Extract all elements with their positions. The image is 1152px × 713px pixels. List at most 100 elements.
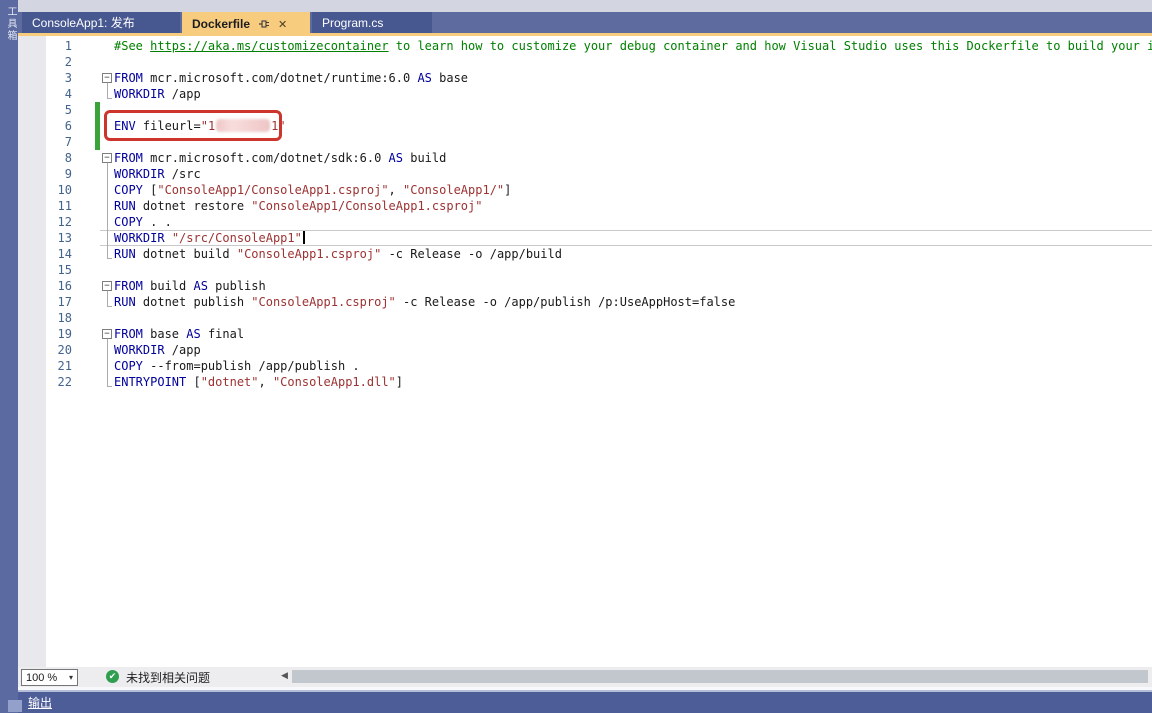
code-segment-s: "ConsoleApp1.csproj" xyxy=(251,295,396,309)
health-status-message: 未找到相关问题 xyxy=(126,669,210,686)
code-segment-p: ] xyxy=(504,183,511,197)
code-segment-p: --from=publish /app/publish . xyxy=(143,359,360,373)
code-segment-p: mcr.microsoft.com/dotnet/runtime:6.0 xyxy=(143,71,418,85)
code-text: RUN dotnet build "ConsoleApp1.csproj" -c… xyxy=(114,246,562,262)
zoom-level-dropdown[interactable]: 100 % ▾ xyxy=(21,669,78,686)
code-line-22[interactable]: 22 ENTRYPOINT ["dotnet", "ConsoleApp1.dll… xyxy=(18,374,1152,390)
code-segment-p: /src xyxy=(165,167,201,181)
code-segment-s: "ConsoleApp1.dll" xyxy=(273,375,396,389)
code-segment-s: "ConsoleApp1/ConsoleApp1.csproj" xyxy=(157,183,388,197)
line-number: 10 xyxy=(46,182,72,198)
code-line-20[interactable]: 20WORKDIR /app xyxy=(18,342,1152,358)
code-segment-p: -c Release -o /app/publish /p:UseAppHost… xyxy=(396,295,736,309)
code-segment-p: dotnet publish xyxy=(136,295,252,309)
code-segment-p: build xyxy=(143,279,194,293)
line-number: 9 xyxy=(46,166,72,182)
line-number: 18 xyxy=(46,310,72,326)
code-editor[interactable]: 1#See https://aka.ms/customizecontainer … xyxy=(18,36,1152,667)
code-line-13[interactable]: 13WORKDIR "/src/ConsoleApp1" xyxy=(18,230,1152,246)
text-caret xyxy=(303,231,305,244)
code-line-11[interactable]: 11RUN dotnet restore "ConsoleApp1/Consol… xyxy=(18,198,1152,214)
scroll-left-arrow-icon[interactable]: ◀ xyxy=(281,670,288,681)
code-segment-k: FROM xyxy=(114,151,143,165)
code-line-18[interactable]: 18 xyxy=(18,310,1152,326)
code-line-10[interactable]: 10 COPY ["ConsoleApp1/ConsoleApp1.csproj"… xyxy=(18,182,1152,198)
line-number: 8 xyxy=(46,150,72,166)
line-number: 19 xyxy=(46,326,72,342)
code-text: ENTRYPOINT ["dotnet", "ConsoleApp1.dll"] xyxy=(114,374,403,390)
fold-collapse-icon[interactable]: − xyxy=(102,281,112,291)
code-line-16[interactable]: 16−FROM build AS publish xyxy=(18,278,1152,294)
code-segment-k: COPY xyxy=(114,183,143,197)
code-text: COPY --from=publish /app/publish . xyxy=(114,358,360,374)
fold-guide-line xyxy=(107,339,112,387)
code-line-17[interactable]: 17RUN dotnet publish "ConsoleApp1.csproj… xyxy=(18,294,1152,310)
code-line-15[interactable]: 15 xyxy=(18,262,1152,278)
code-segment-p: final xyxy=(201,327,244,341)
line-number: 11 xyxy=(46,198,72,214)
code-segment-k: WORKDIR xyxy=(114,231,165,245)
line-number: 15 xyxy=(46,262,72,278)
fold-collapse-icon[interactable]: − xyxy=(102,73,112,83)
output-panel-title[interactable]: 输出 xyxy=(28,694,52,711)
horizontal-scrollbar-thumb[interactable] xyxy=(292,670,1148,683)
panel-corner-notch xyxy=(8,700,22,712)
line-number: 22 xyxy=(46,374,72,390)
code-segment-p: -c Release -o /app/build xyxy=(381,247,562,261)
code-segment-k: FROM xyxy=(114,71,143,85)
fold-guide-line xyxy=(107,83,112,99)
code-line-12[interactable]: 12COPY . . xyxy=(18,214,1152,230)
tab-program-cs[interactable]: Program.cs xyxy=(312,12,432,33)
line-number: 21 xyxy=(46,358,72,374)
toolbox-vertical-tab[interactable]: 工具箱 xyxy=(3,6,18,42)
zoom-level-value: 100 % xyxy=(26,672,57,684)
red-annotation-box xyxy=(104,110,282,141)
code-line-2[interactable]: 2 xyxy=(18,54,1152,70)
code-text: COPY ["ConsoleApp1/ConsoleApp1.csproj", … xyxy=(114,182,511,198)
code-segment-k: WORKDIR xyxy=(114,167,165,181)
code-segment-k: FROM xyxy=(114,327,143,341)
code-segment-k: AS xyxy=(186,327,200,341)
code-line-1[interactable]: 1#See https://aka.ms/customizecontainer … xyxy=(18,38,1152,54)
code-segment-p: dotnet build xyxy=(136,247,237,261)
code-line-4[interactable]: 4WORKDIR /app xyxy=(18,86,1152,102)
fold-collapse-icon[interactable]: − xyxy=(102,153,112,163)
code-segment-c: to learn how to customize your debug con… xyxy=(389,39,1152,53)
code-line-14[interactable]: 14RUN dotnet build "ConsoleApp1.csproj" … xyxy=(18,246,1152,262)
code-line-21[interactable]: 21 COPY --from=publish /app/publish . xyxy=(18,358,1152,374)
tab-dockerfile[interactable]: Dockerfile ✕ xyxy=(182,12,310,36)
code-segment-s: "dotnet" xyxy=(201,375,259,389)
code-segment-k: FROM xyxy=(114,279,143,293)
code-segment-p: [ xyxy=(143,183,157,197)
top-strip xyxy=(18,0,1152,12)
code-line-3[interactable]: 3−FROM mcr.microsoft.com/dotnet/runtime:… xyxy=(18,70,1152,86)
output-panel: 输出 xyxy=(18,687,1152,713)
code-segment-p: dotnet restore xyxy=(136,199,252,213)
code-segment-k: RUN xyxy=(114,247,136,261)
code-segment-p: [ xyxy=(186,375,200,389)
close-icon[interactable]: ✕ xyxy=(278,18,287,31)
fold-collapse-icon[interactable]: − xyxy=(102,329,112,339)
code-segment-k: AS xyxy=(193,279,207,293)
code-line-19[interactable]: 19−FROM base AS final xyxy=(18,326,1152,342)
left-tool-strip: 工具箱 xyxy=(0,0,18,713)
pin-icon[interactable] xyxy=(258,18,270,30)
output-panel-body: 输出 xyxy=(18,692,1152,713)
tab-consoleapp1-publish[interactable]: ConsoleApp1: 发布 xyxy=(22,12,180,33)
code-text: WORKDIR /app xyxy=(114,86,201,102)
code-lines: 1#See https://aka.ms/customizecontainer … xyxy=(18,38,1152,390)
code-line-8[interactable]: 8−FROM mcr.microsoft.com/dotnet/sdk:6.0 … xyxy=(18,150,1152,166)
code-line-6[interactable]: 6ENV fileurl="11" xyxy=(18,118,1152,134)
code-text: COPY . . xyxy=(114,214,172,230)
code-segment-s: "/src/ConsoleApp1" xyxy=(172,231,302,245)
code-segment-p: build xyxy=(403,151,446,165)
line-number: 7 xyxy=(46,134,72,150)
document-tab-bar: ConsoleApp1: 发布 Dockerfile ✕ Program.cs xyxy=(18,12,1152,36)
visual-studio-window: 工具箱 ConsoleApp1: 发布 Dockerfile ✕ Program… xyxy=(0,0,1152,713)
line-number: 6 xyxy=(46,118,72,134)
fold-guide-line xyxy=(107,163,112,259)
code-segment-p: . . xyxy=(143,215,172,229)
line-number: 20 xyxy=(46,342,72,358)
code-line-9[interactable]: 9 WORKDIR /src xyxy=(18,166,1152,182)
code-text: FROM build AS publish xyxy=(114,278,266,294)
